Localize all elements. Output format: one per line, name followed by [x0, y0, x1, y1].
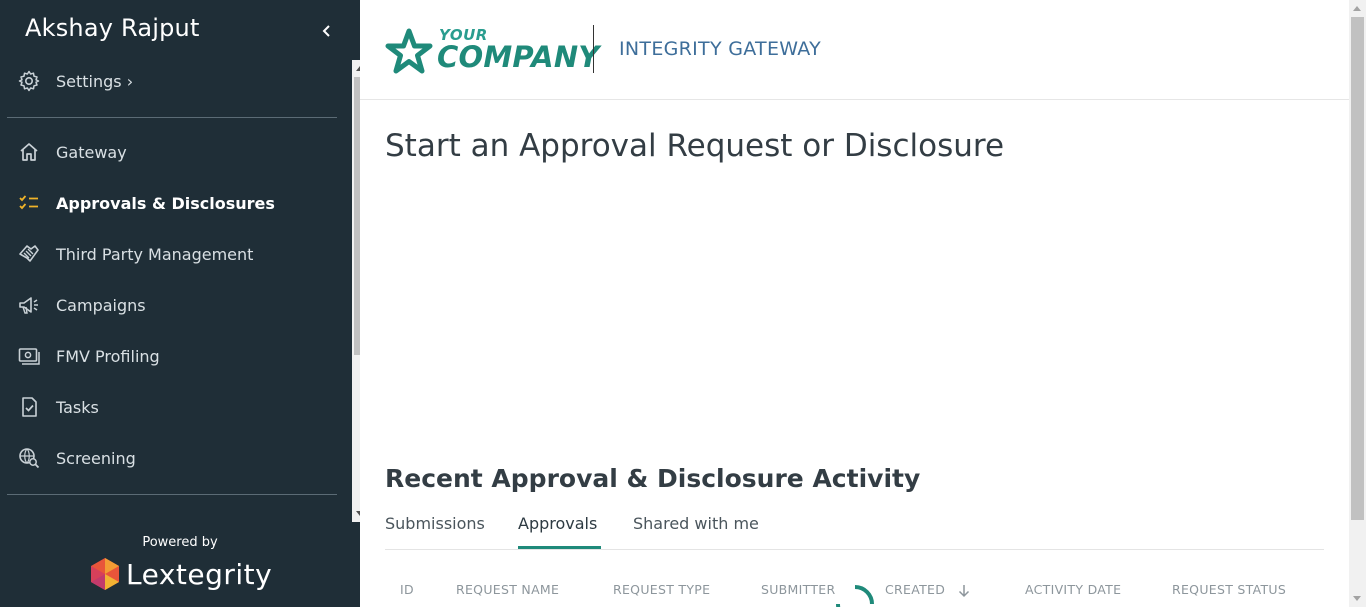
sidebar-nav: Settings › Gateway Approvals & Disclosur… — [0, 60, 352, 522]
sidebar-divider — [7, 117, 337, 118]
recent-activity-title: Recent Approval & Disclosure Activity — [385, 464, 921, 493]
page-scrollbar[interactable] — [1349, 0, 1366, 607]
column-header-request-type[interactable]: REQUEST TYPE — [613, 582, 710, 597]
sidebar-item-screening[interactable]: Screening — [0, 438, 340, 478]
lextegrity-logo: Lextegrity — [88, 554, 272, 594]
lextegrity-hexagon-icon — [91, 558, 119, 590]
sidebar-item-fmv-profiling[interactable]: FMV Profiling — [0, 336, 340, 376]
header-divider — [593, 25, 594, 73]
sidebar-item-label: Third Party Management — [56, 244, 254, 264]
column-header-id[interactable]: ID — [400, 582, 414, 597]
task-icon — [22, 397, 37, 417]
top-header: YOUR COMPANY INTEGRITY GATEWAY — [360, 0, 1349, 100]
activity-tabs: Submissions Approvals Shared with me — [385, 508, 1324, 550]
powered-by-text: Powered by — [142, 535, 218, 550]
sidebar-item-label: Tasks — [56, 397, 99, 417]
page-title: Start an Approval Request or Disclosure — [385, 128, 1005, 164]
chevron-left-icon — [322, 25, 330, 37]
sort-descending-icon[interactable] — [957, 584, 971, 598]
star-icon — [385, 28, 433, 74]
checklist-icon — [19, 195, 38, 210]
column-header-created[interactable]: CREATED — [885, 582, 945, 597]
search-globe-icon — [19, 448, 40, 469]
company-logo[interactable]: YOUR COMPANY — [385, 26, 599, 78]
tab-shared-with-me[interactable]: Shared with me — [633, 514, 759, 533]
gear-icon — [18, 70, 40, 92]
sidebar-item-label: Approvals & Disclosures — [56, 193, 275, 213]
sidebar-item-label: Gateway — [56, 142, 127, 162]
logo-company-text: COMPANY — [437, 40, 600, 74]
tab-approvals[interactable]: Approvals — [518, 514, 597, 533]
user-icon — [18, 519, 40, 522]
scrollbar-thumb[interactable] — [1351, 17, 1364, 520]
app-title: INTEGRITY GATEWAY — [619, 38, 822, 60]
user-name: Akshay Rajput — [25, 14, 200, 42]
money-icon — [18, 348, 40, 365]
collapse-sidebar-button[interactable] — [319, 20, 335, 42]
scroll-up-arrow-icon[interactable] — [1353, 6, 1361, 11]
scroll-down-arrow-icon[interactable] — [1353, 596, 1361, 601]
sidebar-divider — [7, 494, 337, 495]
column-header-activity-date[interactable]: ACTIVITY DATE — [1025, 582, 1121, 597]
home-icon — [20, 143, 38, 161]
sidebar: Akshay Rajput Settings › Gateway Approva… — [0, 0, 369, 607]
column-header-request-name[interactable]: REQUEST NAME — [456, 582, 559, 597]
megaphone-icon — [19, 297, 38, 314]
sidebar-item-label: FMV Profiling — [56, 346, 160, 366]
sidebar-item-third-party-management[interactable]: Third Party Management — [0, 234, 340, 274]
sidebar-header: Akshay Rajput — [25, 14, 345, 54]
sidebar-item-campaigns[interactable]: Campaigns — [0, 285, 340, 325]
sidebar-item-settings[interactable]: Settings › — [0, 61, 340, 101]
sidebar-item-label: Campaigns — [56, 295, 146, 315]
column-header-submitter[interactable]: SUBMITTER — [761, 582, 835, 597]
brand-name: Lextegrity — [126, 557, 273, 591]
sidebar-item-label: Screening — [56, 448, 136, 468]
sidebar-item-approvals-disclosures[interactable]: Approvals & Disclosures — [0, 183, 340, 223]
sidebar-item-partial[interactable] — [0, 510, 340, 522]
column-header-request-status[interactable]: REQUEST STATUS — [1172, 582, 1286, 597]
tab-submissions[interactable]: Submissions — [385, 514, 485, 533]
sidebar-item-label: Settings › — [56, 71, 134, 91]
sidebar-item-gateway[interactable]: Gateway — [0, 132, 340, 172]
handshake-icon — [19, 245, 39, 262]
main-content: YOUR COMPANY INTEGRITY GATEWAY Start an … — [360, 0, 1349, 607]
active-tab-indicator — [518, 546, 601, 549]
app-root: Akshay Rajput Settings › Gateway Approva… — [0, 0, 1366, 607]
loading-spinner-icon — [835, 585, 874, 607]
sidebar-item-tasks[interactable]: Tasks — [0, 387, 340, 427]
